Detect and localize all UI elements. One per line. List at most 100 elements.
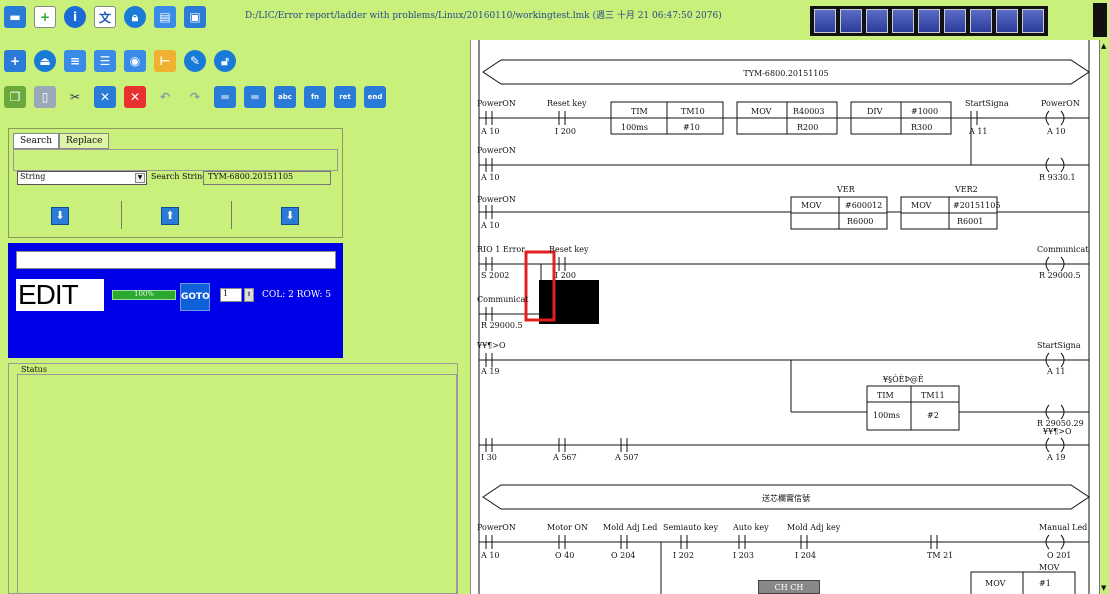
- view-9-button[interactable]: [1022, 9, 1044, 33]
- coil-name: ¥¥¶>O: [1042, 427, 1072, 436]
- block-op: MOV: [801, 201, 822, 210]
- edit-icon[interactable]: ✎: [184, 50, 206, 72]
- block-arg: R200: [797, 123, 818, 132]
- paste-icon[interactable]: ▯: [34, 86, 56, 108]
- divider: [231, 201, 232, 229]
- contact-addr: A 10: [480, 221, 500, 230]
- input-method-button[interactable]: CH CH: [758, 580, 820, 594]
- insert-func-icon[interactable]: fn: [304, 86, 326, 108]
- toolbar-row-2: + ⏏ ≡ ☰ ◉ ⊢ ✎ 🔓︎: [4, 50, 236, 72]
- view-5-button[interactable]: [918, 9, 940, 33]
- block-label: VER2: [954, 185, 978, 194]
- folder-icon[interactable]: ▬: [4, 6, 26, 28]
- contact-name: Mold Adj key: [787, 523, 841, 532]
- copy-icon[interactable]: ❐: [4, 86, 26, 108]
- contact-name: ¥¥¶>O: [476, 341, 506, 350]
- search-input[interactable]: TYM-6800.20151105: [203, 171, 331, 185]
- delete-icon[interactable]: ✕: [124, 86, 146, 108]
- block-arg: R300: [911, 123, 932, 132]
- search-next-button[interactable]: ⬇: [281, 207, 299, 225]
- block-arg: R40003: [793, 107, 824, 116]
- tab-replace[interactable]: Replace: [59, 133, 110, 149]
- contact-name: RIO 1 Error: [477, 245, 525, 254]
- ladder-diagram[interactable]: TYM-6800.20151105 送芯欄實信號 PowerON A 10 Re…: [471, 40, 1099, 594]
- unlock-icon[interactable]: 🔓︎: [214, 50, 236, 72]
- contact-addr: A 10: [480, 127, 500, 136]
- contact-addr: I 204: [795, 551, 816, 560]
- status-title: Status: [21, 365, 47, 374]
- contact-addr: TM 21: [927, 551, 953, 560]
- switch-icon[interactable]: ⊢: [154, 50, 176, 72]
- edit-input[interactable]: [16, 251, 336, 269]
- coil-addr: R 29000.5: [1039, 271, 1081, 280]
- save-remove-icon[interactable]: ▣: [184, 6, 206, 28]
- cursor-position: COL: 2 ROW: 5: [262, 290, 331, 300]
- undo-icon[interactable]: ↶: [154, 86, 176, 108]
- progress-text: 100%: [133, 290, 154, 298]
- block-arg: R6001: [957, 217, 983, 226]
- scroll-up-icon[interactable]: ▲: [1101, 42, 1106, 50]
- insert-end-icon[interactable]: end: [364, 86, 386, 108]
- corner-button[interactable]: [1093, 3, 1107, 37]
- cut-icon[interactable]: ✂: [64, 86, 86, 108]
- redo-icon[interactable]: ↷: [184, 86, 206, 108]
- delete-row-icon[interactable]: ✕: [94, 86, 116, 108]
- export-icon[interactable]: +: [4, 50, 26, 72]
- goto-spinner[interactable]: ⇕: [244, 288, 254, 302]
- contact-addr: I 202: [673, 551, 694, 560]
- goto-button[interactable]: GOTO: [180, 283, 210, 311]
- lock-icon[interactable]: 🔒︎: [124, 6, 146, 28]
- status-log: [17, 374, 457, 594]
- ladder-header: TYM-6800.20151105: [743, 69, 828, 78]
- block-label: ¥§ÓÈÞ@Ê: [882, 375, 924, 384]
- toolbar-row-3: ❐ ▯ ✂ ✕ ✕ ↶ ↷ ═ ═ abc fn ret end: [4, 86, 386, 108]
- view-3-button[interactable]: [866, 9, 888, 33]
- view-2-button[interactable]: [840, 9, 862, 33]
- view-8-button[interactable]: [996, 9, 1018, 33]
- block-label: VER: [836, 185, 856, 194]
- contact-addr: A 19: [480, 367, 500, 376]
- vertical-scrollbar[interactable]: ▲ ▼: [1099, 40, 1109, 594]
- progress-bar: 100%: [112, 290, 176, 300]
- block-op: MOV: [751, 107, 772, 116]
- divider: [121, 201, 122, 229]
- coil-name: Manual Led: [1039, 523, 1087, 532]
- contact-name: Communicat: [477, 295, 529, 304]
- ladder-editor[interactable]: TYM-6800.20151105 送芯欄實信號 PowerON A 10 Re…: [470, 40, 1099, 594]
- add-page-icon[interactable]: +: [34, 6, 56, 28]
- scroll-down-icon[interactable]: ▼: [1101, 584, 1106, 592]
- view-icon[interactable]: ◉: [124, 50, 146, 72]
- insert-ret-icon[interactable]: ret: [334, 86, 356, 108]
- contact-addr: A 11: [968, 127, 988, 136]
- block-arg: 100ms: [621, 123, 648, 132]
- insert-abc-icon[interactable]: abc: [274, 86, 296, 108]
- view-6-button[interactable]: [944, 9, 966, 33]
- eject-icon[interactable]: ⏏: [34, 50, 56, 72]
- insert-row-alt-icon[interactable]: ═: [244, 86, 266, 108]
- status-panel: Status: [8, 363, 458, 594]
- view-7-button[interactable]: [970, 9, 992, 33]
- goto-input[interactable]: 1: [220, 288, 242, 302]
- insert-row-icon[interactable]: ═: [214, 86, 236, 108]
- view-4-button[interactable]: [892, 9, 914, 33]
- selected-cell[interactable]: [539, 280, 599, 324]
- search-down-button[interactable]: ⬇: [51, 207, 69, 225]
- search-up-button[interactable]: ⬆: [161, 207, 179, 225]
- search-results-strip: [13, 149, 338, 171]
- contact-name: Reset key: [549, 245, 589, 254]
- search-string-label: Search String: [151, 172, 208, 181]
- list-icon[interactable]: ☰: [94, 50, 116, 72]
- contact-addr: R 29000.5: [481, 321, 523, 330]
- translate-icon[interactable]: 文: [94, 6, 116, 28]
- save-icon[interactable]: ▤: [154, 6, 176, 28]
- document-icon[interactable]: ≡: [64, 50, 86, 72]
- tab-search[interactable]: Search: [13, 133, 59, 149]
- search-type-select[interactable]: String ▼: [17, 171, 147, 185]
- info-icon[interactable]: i: [64, 6, 86, 28]
- contact-name: Mold Adj Led: [603, 523, 657, 532]
- block-arg: #1: [1039, 579, 1051, 588]
- chevron-down-icon[interactable]: ▼: [135, 173, 145, 183]
- view-1-button[interactable]: [814, 9, 836, 33]
- block-op: MOV: [985, 579, 1006, 588]
- coil-name: StartSigna: [1037, 341, 1081, 350]
